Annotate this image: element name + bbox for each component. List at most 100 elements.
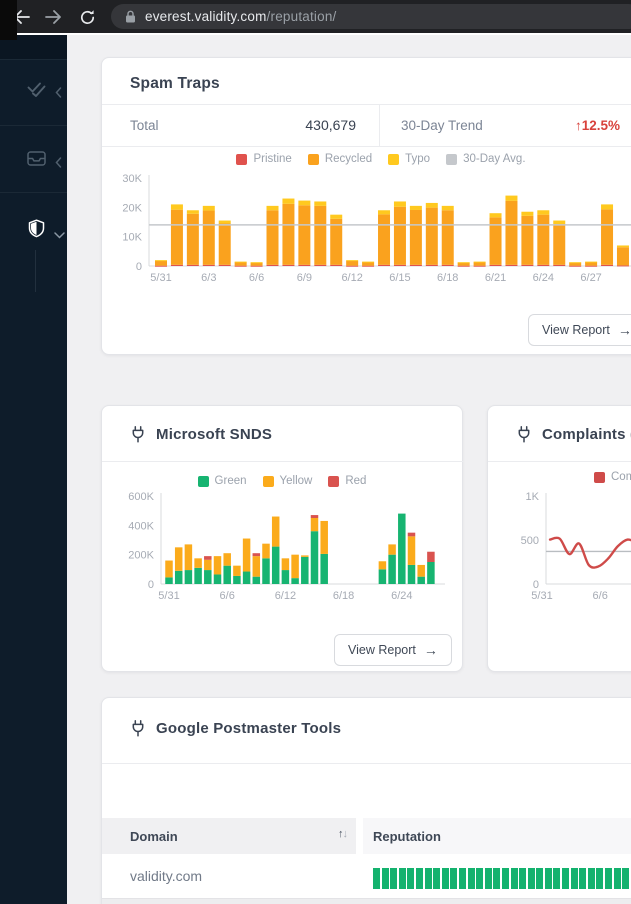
url-text: everest.validity.com/reputation/ bbox=[145, 9, 337, 24]
legend-item: Pristine bbox=[236, 153, 291, 165]
svg-text:10K: 10K bbox=[122, 232, 142, 244]
reputation-segment bbox=[511, 868, 518, 889]
reputation-segment bbox=[536, 868, 543, 889]
legend-swatch bbox=[388, 154, 399, 165]
reputation-segment bbox=[485, 868, 492, 889]
reputation-segment bbox=[519, 868, 526, 889]
legend-item: Comp bbox=[594, 471, 631, 483]
svg-text:6/24: 6/24 bbox=[391, 590, 412, 602]
url-host: everest.validity.com bbox=[145, 9, 267, 24]
complaints-chart: 05001K5/316/6 bbox=[498, 488, 631, 606]
svg-text:6/18: 6/18 bbox=[437, 272, 458, 284]
reputation-segment bbox=[407, 868, 414, 889]
plug-icon bbox=[516, 426, 532, 443]
svg-text:6/21: 6/21 bbox=[485, 272, 506, 284]
legend-swatch bbox=[446, 154, 457, 165]
sidebar-expand-reputation[interactable] bbox=[54, 226, 65, 244]
svg-text:6/9: 6/9 bbox=[297, 272, 312, 284]
chevron-left-icon bbox=[55, 157, 62, 168]
reputation-segment bbox=[416, 868, 423, 889]
legend-item: Recycled bbox=[308, 153, 372, 165]
sidebar-tree-line bbox=[35, 250, 36, 292]
column-header-domain[interactable]: Domain bbox=[102, 818, 356, 854]
legend-swatch bbox=[594, 472, 605, 483]
svg-text:600K: 600K bbox=[128, 491, 154, 503]
reputation-segment bbox=[399, 868, 406, 889]
svg-text:0: 0 bbox=[148, 579, 154, 591]
reputation-segment bbox=[373, 868, 380, 889]
arrow-right-icon: → bbox=[618, 322, 631, 338]
svg-text:6/18: 6/18 bbox=[333, 590, 354, 602]
complaints-header: Complaints (Fee bbox=[516, 426, 631, 443]
legend-item: Green bbox=[198, 475, 247, 487]
sidebar-item-lists[interactable] bbox=[27, 81, 46, 103]
shield-icon bbox=[28, 219, 45, 238]
svg-text:6/27: 6/27 bbox=[580, 272, 601, 284]
url-path: /reputation/ bbox=[267, 9, 337, 24]
svg-text:6/15: 6/15 bbox=[389, 272, 410, 284]
legend-swatch bbox=[198, 476, 209, 487]
spam-traps-legend: Pristine Recycled Typo 30-Day Avg. bbox=[102, 153, 631, 165]
chevron-down-icon bbox=[54, 232, 65, 239]
sidebar-collapse-lists[interactable] bbox=[55, 85, 62, 103]
sidebar-collapse-inbox[interactable] bbox=[55, 155, 62, 173]
legend-item: Red bbox=[328, 475, 366, 487]
reputation-segment bbox=[579, 868, 586, 889]
spam-traps-card: Spam Traps Total 430,679 30-Day Trend ↑1… bbox=[101, 57, 631, 355]
reload-icon[interactable] bbox=[78, 8, 96, 26]
trend-label: 30-Day Trend bbox=[401, 118, 483, 133]
reputation-segment bbox=[433, 868, 440, 889]
svg-text:6/12: 6/12 bbox=[275, 590, 296, 602]
legend-item: 30-Day Avg. bbox=[446, 153, 525, 165]
svg-text:20K: 20K bbox=[122, 202, 142, 214]
snds-view-report-button[interactable]: View Report→ bbox=[334, 634, 452, 666]
complaints-card: Complaints (Fee Comp 05001K5/316/6 bbox=[487, 405, 631, 672]
legend-item: Typo bbox=[388, 153, 430, 165]
arrow-right-icon: → bbox=[424, 642, 438, 658]
svg-text:5/31: 5/31 bbox=[531, 590, 552, 602]
window-corner bbox=[0, 0, 17, 40]
sidebar-item-reputation[interactable] bbox=[28, 219, 45, 243]
legend-swatch bbox=[263, 476, 274, 487]
reputation-segment bbox=[588, 868, 595, 889]
reputation-segment bbox=[390, 868, 397, 889]
legend-swatch bbox=[236, 154, 247, 165]
toolbar-divider bbox=[17, 33, 631, 35]
sort-icon[interactable]: ↑↓ bbox=[338, 828, 347, 840]
lock-icon bbox=[125, 10, 136, 23]
svg-text:400K: 400K bbox=[128, 520, 154, 532]
svg-text:6/3: 6/3 bbox=[201, 272, 216, 284]
reputation-segment bbox=[614, 868, 621, 889]
postmaster-header: Google Postmaster Tools bbox=[130, 720, 341, 737]
sidebar-item-inbox[interactable] bbox=[27, 151, 46, 171]
forward-icon[interactable] bbox=[44, 8, 62, 26]
next-row-partial bbox=[102, 898, 631, 904]
reputation-segment bbox=[596, 868, 603, 889]
reputation-segment bbox=[459, 868, 466, 889]
legend-item: Yellow bbox=[263, 475, 313, 487]
svg-text:0: 0 bbox=[136, 261, 142, 273]
snds-title: Microsoft SNDS bbox=[156, 426, 272, 443]
svg-text:6/24: 6/24 bbox=[533, 272, 554, 284]
plug-icon bbox=[130, 720, 146, 737]
url-bar[interactable]: everest.validity.com/reputation/ bbox=[111, 4, 631, 29]
spam-traps-title: Spam Traps bbox=[130, 75, 220, 93]
legend-swatch bbox=[328, 476, 339, 487]
trend-value: ↑12.5% bbox=[575, 118, 620, 133]
inbox-icon bbox=[27, 151, 46, 166]
chevron-left-icon bbox=[55, 87, 62, 98]
reputation-segment bbox=[605, 868, 612, 889]
svg-text:500: 500 bbox=[521, 535, 539, 547]
reputation-segment bbox=[502, 868, 509, 889]
reputation-segment bbox=[442, 868, 449, 889]
spam-traps-chart: 010K20K30K5/316/36/66/96/126/156/186/216… bbox=[111, 171, 631, 286]
reputation-segment bbox=[450, 868, 457, 889]
domain-cell: validity.com bbox=[130, 868, 202, 884]
reputation-segment bbox=[468, 868, 475, 889]
postmaster-card: Google Postmaster Tools Domain ↑↓ Reputa… bbox=[101, 697, 631, 904]
svg-text:5/31: 5/31 bbox=[150, 272, 171, 284]
reputation-segment bbox=[528, 868, 535, 889]
svg-text:6/12: 6/12 bbox=[341, 272, 362, 284]
reputation-segment bbox=[493, 868, 500, 889]
spam-traps-view-report-button[interactable]: View Report→ bbox=[528, 314, 631, 346]
